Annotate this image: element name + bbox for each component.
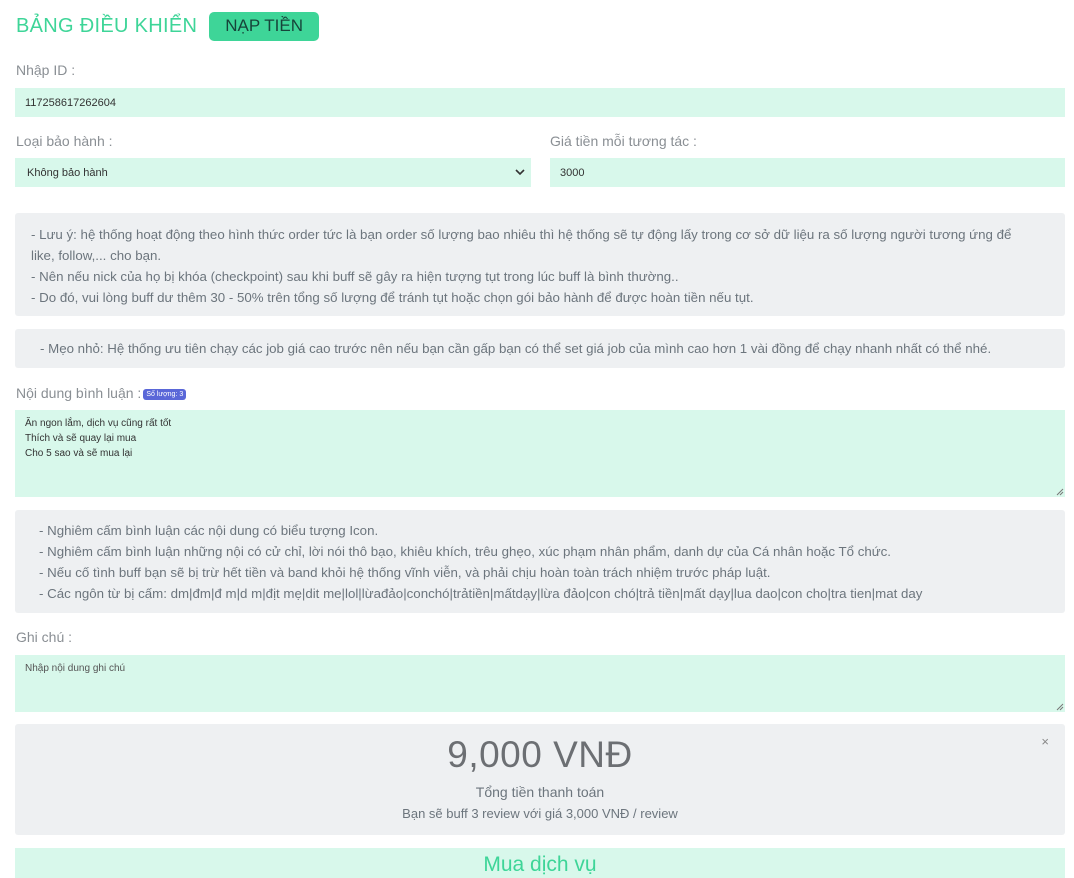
- warranty-label: Loại bảo hành :: [16, 133, 113, 149]
- rule-line: - Các ngôn từ bị cấm: dm|đm|đ m|d m|địt …: [39, 586, 923, 601]
- tip-text: - Mẹo nhỏ: Hệ thống ưu tiên chạy các job…: [40, 341, 992, 356]
- tip-notice: - Mẹo nhỏ: Hệ thống ưu tiên chạy các job…: [15, 329, 1065, 368]
- comment-line: Thích và sẽ quay lại mua: [25, 433, 137, 444]
- comments-label: Nội dung bình luận : Số lượng: 3: [16, 385, 187, 401]
- chevron-down-icon: [509, 169, 531, 176]
- total-caption: Tổng tiền thanh toán: [475, 784, 605, 800]
- warning-notice: - Lưu ý: hệ thống hoạt động theo hình th…: [15, 213, 1065, 316]
- note-label: Ghi chú :: [16, 629, 73, 645]
- buy-service-button[interactable]: Mua dịch vụ: [15, 848, 1065, 878]
- warranty-select[interactable]: Không bảo hành: [15, 158, 531, 187]
- header: BẢNG ĐIỀU KHIỂN NẠP TIỀN: [16, 11, 319, 41]
- resize-handle-icon[interactable]: [1056, 703, 1064, 711]
- comment-line: Cho 5 sao và sẽ mua lại: [25, 448, 133, 459]
- id-label: Nhập ID :: [16, 62, 76, 78]
- note-placeholder: Nhập nội dung ghi chú: [25, 663, 126, 674]
- notice-line: - Nên nếu nick của họ bị khóa (checkpoin…: [31, 269, 679, 284]
- topup-button[interactable]: NẠP TIỀN: [209, 11, 319, 41]
- note-textarea[interactable]: Nhập nội dung ghi chú: [15, 655, 1065, 712]
- id-input[interactable]: 117258617262604: [15, 88, 1065, 117]
- comments-label-text: Nội dung bình luận :: [16, 385, 142, 401]
- price-label: Giá tiền mỗi tương tác :: [550, 133, 697, 149]
- close-icon[interactable]: ×: [1041, 734, 1049, 749]
- count-badge: Số lượng: 3: [143, 388, 187, 400]
- total-panel: 9,000 VNĐ Tổng tiền thanh toán Bạn sẽ bu…: [15, 724, 1065, 835]
- notice-line: - Do đó, vui lòng buff dư thêm 30 - 50% …: [31, 290, 754, 305]
- page-title[interactable]: BẢNG ĐIỀU KHIỂN: [16, 15, 197, 38]
- notice-line: - Lưu ý: hệ thống hoạt động theo hình th…: [31, 227, 1012, 242]
- rule-line: - Nghiêm cấm bình luận các nội dung có b…: [39, 523, 379, 538]
- rules-notice: - Nghiêm cấm bình luận các nội dung có b…: [15, 510, 1065, 613]
- rule-line: - Nếu cố tình buff bạn sẽ bị trừ hết tiề…: [39, 565, 771, 580]
- resize-handle-icon[interactable]: [1056, 488, 1064, 496]
- total-detail: Bạn sẽ buff 3 review với giá 3,000 VNĐ /…: [402, 806, 678, 821]
- price-input[interactable]: 3000: [550, 158, 1065, 187]
- total-amount: 9,000 VNĐ: [447, 734, 633, 775]
- notice-line: like, follow,... cho bạn.: [31, 248, 162, 263]
- warranty-value: Không bảo hành: [27, 166, 108, 179]
- rule-line: - Nghiêm cấm bình luận những nội có cử c…: [39, 544, 892, 559]
- comments-textarea[interactable]: Ăn ngon lắm, dịch vụ cũng rất tốt Thích …: [15, 410, 1065, 497]
- comment-line: Ăn ngon lắm, dịch vụ cũng rất tốt: [25, 418, 172, 429]
